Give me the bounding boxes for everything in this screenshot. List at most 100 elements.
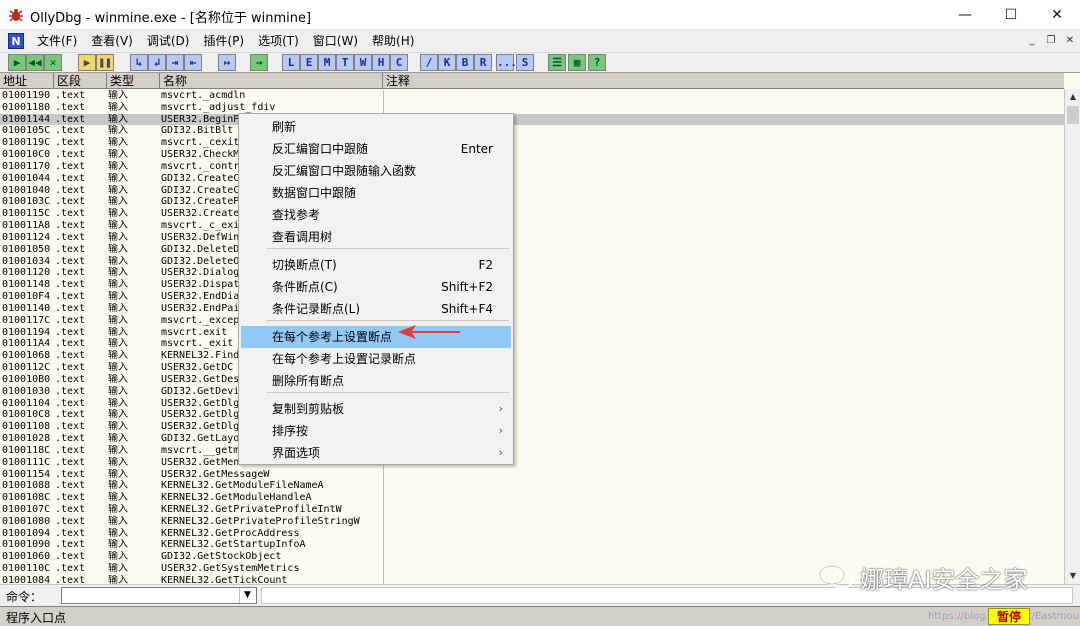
table-row[interactable]: 01001080 .text 输入 KERNEL32.GetPrivateProfil…: [0, 516, 1064, 528]
context-menu-item[interactable]: 反汇编窗口中跟随输入函数: [241, 160, 511, 182]
column-header-comment[interactable]: 注释: [383, 73, 1064, 89]
context-menu-item[interactable]: 排序按 ›: [241, 420, 511, 442]
table-row[interactable]: 0100118C .text 输入 msvcrt.__getm: [0, 445, 1064, 457]
toolbar-button[interactable]: ▶: [8, 54, 26, 71]
menu-item[interactable]: 帮助(H): [365, 33, 421, 49]
table-row[interactable]: 0100107C .text 输入 KERNEL32.GetPrivateProfil…: [0, 504, 1064, 516]
table-row[interactable]: 01001194 .text 输入 msvcrt.exit: [0, 327, 1064, 339]
context-menu-item[interactable]: 条件记录断点(L) Shift+F4: [241, 298, 511, 320]
table-row[interactable]: 01001044 .text 输入 GDI32.CreateC: [0, 173, 1064, 185]
toolbar-button[interactable]: ▶: [78, 54, 96, 71]
table-row[interactable]: 0100117C .text 输入 msvcrt._excep: [0, 315, 1064, 327]
context-menu-item[interactable]: 复制到剪贴板 ›: [241, 398, 511, 420]
scroll-thumb[interactable]: [1067, 106, 1079, 124]
mdi-restore-button[interactable]: ❐: [1043, 33, 1059, 49]
column-header-address[interactable]: 地址: [0, 73, 54, 89]
toolbar-button[interactable]: →: [250, 54, 268, 71]
context-menu-item[interactable]: 删除所有断点: [241, 370, 511, 392]
maximize-button[interactable]: ☐: [988, 0, 1034, 30]
context-menu-item[interactable]: 刷新: [241, 116, 511, 138]
context-menu-item[interactable]: 在每个参考上设置记录断点: [241, 348, 511, 370]
menu-item[interactable]: 查看(V): [84, 33, 140, 49]
table-row[interactable]: 010010C8 .text 输入 USER32.GetDlg: [0, 409, 1064, 421]
table-row[interactable]: 0100108C .text 输入 KERNEL32.GetModuleHandleA: [0, 492, 1064, 504]
command-dropdown-icon[interactable]: ▼: [239, 588, 255, 603]
table-row[interactable]: 0100103C .text 输入 GDI32.CreateP: [0, 196, 1064, 208]
context-menu-item[interactable]: 反汇编窗口中跟随 Enter: [241, 138, 511, 160]
toolbar-button[interactable]: E: [300, 54, 318, 71]
toolbar-button[interactable]: S: [516, 54, 534, 71]
column-header-section[interactable]: 区段: [54, 73, 107, 89]
context-menu-item[interactable]: 条件断点(C) Shift+F2: [241, 276, 511, 298]
toolbar-button[interactable]: ⇥: [166, 54, 184, 71]
menu-item[interactable]: 调试(D): [140, 33, 197, 49]
menu-item[interactable]: 窗口(W): [306, 33, 365, 49]
menu-item[interactable]: 文件(F): [30, 33, 84, 49]
table-row[interactable]: 01001120 .text 输入 USER32.Dialog: [0, 267, 1064, 279]
menu-item[interactable]: 选项(T): [251, 33, 306, 49]
table-row[interactable]: 010010C0 .text 输入 USER32.CheckM: [0, 149, 1064, 161]
table-row[interactable]: 01001088 .text 输入 KERNEL32.GetModuleFileNam…: [0, 480, 1064, 492]
context-menu-item[interactable]: 在每个参考上设置断点: [241, 326, 511, 348]
toolbar-button[interactable]: M: [318, 54, 336, 71]
toolbar-button[interactable]: ❚❚: [96, 54, 114, 71]
toolbar-button[interactable]: L: [282, 54, 300, 71]
toolbar-button[interactable]: ↦: [218, 54, 236, 71]
table-row[interactable]: 01001068 .text 输入 KERNEL32.Find: [0, 350, 1064, 362]
table-row[interactable]: 01001190 .text 输入 msvcrt._acmdln: [0, 90, 1064, 102]
toolbar-button[interactable]: ◀◀: [26, 54, 44, 71]
toolbar-button[interactable]: C: [390, 54, 408, 71]
table-row[interactable]: 01001040 .text 输入 GDI32.CreateC: [0, 185, 1064, 197]
table-row[interactable]: 0100119C .text 输入 msvcrt._cexit: [0, 137, 1064, 149]
table-row[interactable]: 01001034 .text 输入 GDI32.DeleteO: [0, 256, 1064, 268]
vertical-scrollbar[interactable]: ▲ ▼: [1064, 89, 1080, 584]
context-menu-item[interactable]: 切换断点(T) F2: [241, 254, 511, 276]
toolbar-button[interactable]: W: [354, 54, 372, 71]
table-row[interactable]: 0100111C .text 输入 USER32.GetMen: [0, 457, 1064, 469]
table-row[interactable]: 01001180 .text 输入 msvcrt._adjust_fdiv: [0, 102, 1064, 114]
table-row[interactable]: 01001108 .text 输入 USER32.GetDlg: [0, 421, 1064, 433]
toolbar-button[interactable]: /: [420, 54, 438, 71]
column-header-type[interactable]: 类型: [107, 73, 160, 89]
toolbar-button[interactable]: ↳: [130, 54, 148, 71]
toolbar-button[interactable]: ↲: [148, 54, 166, 71]
table-row[interactable]: 01001104 .text 输入 USER32.GetDlg: [0, 398, 1064, 410]
context-menu-item[interactable]: 查看调用树: [241, 226, 511, 248]
toolbar-button[interactable]: ?: [588, 54, 606, 71]
scroll-down-icon[interactable]: ▼: [1067, 569, 1079, 583]
mdi-window-icon[interactable]: N: [8, 33, 24, 49]
table-row[interactable]: 01001028 .text 输入 GDI32.GetLayo: [0, 433, 1064, 445]
table-row[interactable]: 010011A8 .text 输入 msvcrt._c_exi: [0, 220, 1064, 232]
toolbar-button[interactable]: ...: [496, 54, 517, 71]
mdi-close-button[interactable]: ✕: [1062, 33, 1078, 49]
minimize-button[interactable]: —: [942, 0, 988, 30]
toolbar-button[interactable]: ✕: [44, 54, 62, 71]
toolbar-button[interactable]: T: [336, 54, 354, 71]
table-row[interactable]: 01001148 .text 输入 USER32.Dispat: [0, 279, 1064, 291]
command-input[interactable]: [61, 587, 257, 604]
table-row[interactable]: 0100115C .text 输入 USER32.Create: [0, 208, 1064, 220]
toolbar-button[interactable]: B: [456, 54, 474, 71]
table-row[interactable]: 01001144 .text 输入 USER32.BeginP: [0, 113, 1064, 126]
scroll-up-icon[interactable]: ▲: [1067, 90, 1079, 104]
column-header-name[interactable]: 名称: [160, 73, 383, 89]
mdi-minimize-button[interactable]: _: [1024, 33, 1040, 49]
table-row[interactable]: 0100112C .text 输入 USER32.GetDC: [0, 362, 1064, 374]
toolbar-button[interactable]: R: [474, 54, 492, 71]
toolbar-button[interactable]: ▦: [568, 54, 586, 71]
context-menu-item[interactable]: 查找参考: [241, 204, 511, 226]
table-row[interactable]: 0100105C .text 输入 GDI32.BitBlt: [0, 125, 1064, 137]
table-row[interactable]: 01001050 .text 输入 GDI32.DeleteD: [0, 244, 1064, 256]
table-row[interactable]: 01001124 .text 输入 USER32.DefWin: [0, 232, 1064, 244]
table-row[interactable]: 010010B0 .text 输入 USER32.GetDes: [0, 374, 1064, 386]
toolbar-button[interactable]: ⇤: [184, 54, 202, 71]
table-row[interactable]: 01001030 .text 输入 GDI32.GetDevi: [0, 386, 1064, 398]
context-menu-item[interactable]: 界面选项 ›: [241, 442, 511, 464]
table-row[interactable]: 01001140 .text 输入 USER32.EndPai: [0, 303, 1064, 315]
toolbar-button[interactable]: H: [372, 54, 390, 71]
context-menu-item[interactable]: 数据窗口中跟随: [241, 182, 511, 204]
table-row[interactable]: 010011A4 .text 输入 msvcrt._exit: [0, 338, 1064, 350]
table-row[interactable]: 01001170 .text 输入 msvcrt._contr: [0, 161, 1064, 173]
table-row[interactable]: 01001154 .text 输入 USER32.GetMessageW: [0, 469, 1064, 481]
table-row[interactable]: 01001094 .text 输入 KERNEL32.GetProcAddress: [0, 528, 1064, 540]
